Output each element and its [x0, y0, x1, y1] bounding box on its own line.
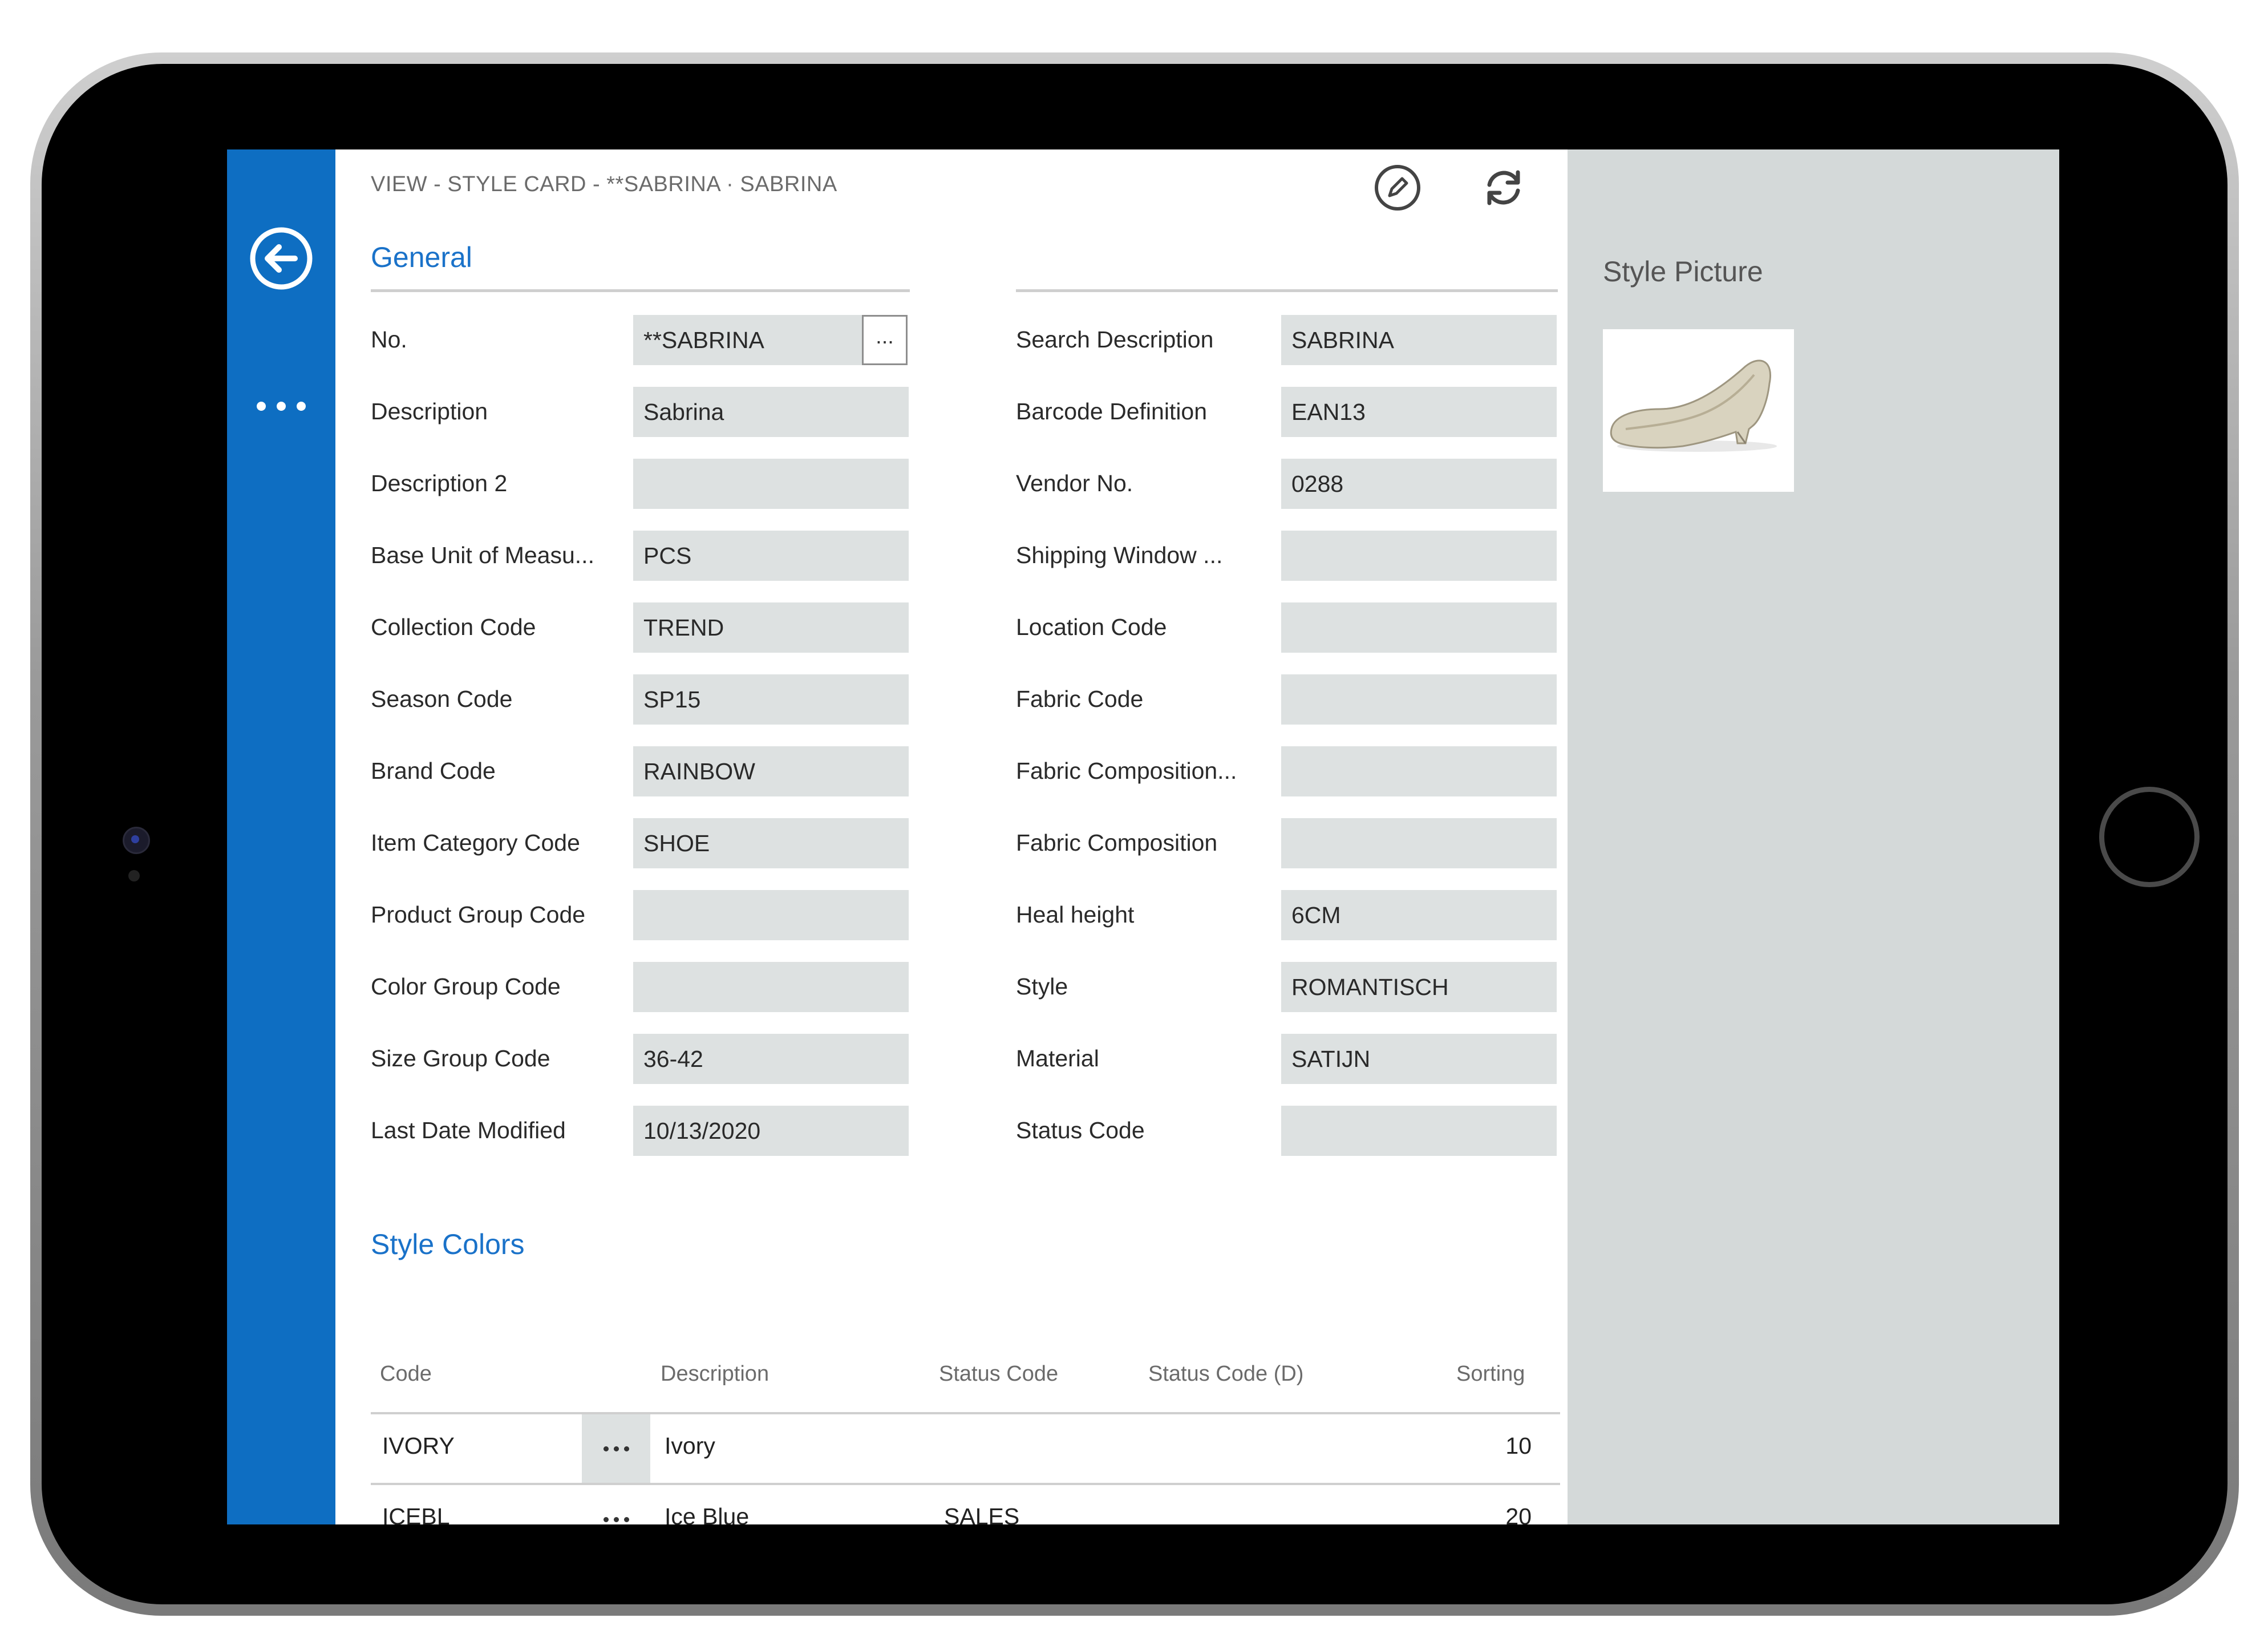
ellipsis-icon: [623, 1446, 629, 1451]
back-button[interactable]: [248, 225, 314, 292]
field-label: Fabric Composition...: [1016, 758, 1237, 784]
field-label: Location Code: [1016, 614, 1167, 640]
ellipsis-icon: [603, 1516, 609, 1522]
refresh-button[interactable]: [1478, 162, 1529, 213]
description-2-field[interactable]: [633, 459, 909, 509]
ellipsis-icon: [623, 1516, 629, 1522]
column-header-status-code-d[interactable]: Status Code (D): [1148, 1362, 1303, 1386]
color-group-code-field[interactable]: [633, 962, 909, 1012]
barcode-definition-field[interactable]: EAN13: [1281, 387, 1557, 437]
home-button[interactable]: [2099, 787, 2200, 887]
field-label: Description 2: [371, 470, 508, 496]
field-label: Status Code: [1016, 1117, 1145, 1143]
fabric-code-field[interactable]: [1281, 674, 1557, 725]
more-actions-button[interactable]: [250, 389, 313, 423]
row-actions-button[interactable]: [582, 1485, 650, 1524]
field-label: Season Code: [371, 686, 513, 712]
table-row[interactable]: ICEBL Ice Blue SALES 20: [371, 1483, 1560, 1524]
app-screen: VIEW - STYLE CARD - **SABRINA · SABRINA …: [227, 149, 2059, 1524]
material-field[interactable]: SATIJN: [1281, 1034, 1557, 1084]
table-row[interactable]: IVORY Ivory 10: [371, 1412, 1560, 1483]
edit-button[interactable]: [1372, 162, 1423, 213]
field-label: Item Category Code: [371, 830, 580, 856]
ellipsis-icon: [613, 1446, 619, 1451]
last-date-modified-field[interactable]: 10/13/2020: [633, 1106, 909, 1156]
field-label: Size Group Code: [371, 1045, 550, 1071]
light-sensor: [128, 870, 140, 881]
column-header-sorting[interactable]: Sorting: [1456, 1362, 1525, 1386]
row-description: Ice Blue: [665, 1503, 750, 1524]
column-header-status-code[interactable]: Status Code: [939, 1362, 1058, 1386]
front-camera: [123, 827, 150, 854]
field-label: Brand Code: [371, 758, 496, 784]
field-label: Fabric Code: [1016, 686, 1144, 712]
product-group-code-field[interactable]: [633, 890, 909, 940]
field-label: Product Group Code: [371, 901, 586, 928]
ellipsis-icon: [613, 1516, 619, 1522]
no-lookup-button[interactable]: ...: [862, 315, 908, 365]
field-label: Color Group Code: [371, 973, 561, 1000]
heal-height-field[interactable]: 6CM: [1281, 890, 1557, 940]
field-label: Heal height: [1016, 901, 1135, 928]
field-label: Vendor No.: [1016, 470, 1133, 496]
row-code: IVORY: [382, 1433, 455, 1459]
fabric-composition-1-field[interactable]: [1281, 746, 1557, 796]
row-actions-button[interactable]: [582, 1414, 650, 1483]
row-sorting: 10: [1505, 1433, 1532, 1459]
collection-code-field[interactable]: TREND: [633, 602, 909, 653]
style-picture[interactable]: [1603, 329, 1794, 492]
style-picture-panel: Style Picture: [1568, 149, 2059, 1524]
location-code-field[interactable]: [1281, 602, 1557, 653]
brand-code-field[interactable]: RAINBOW: [633, 746, 909, 796]
field-label: No.: [371, 326, 407, 353]
field-label: Collection Code: [371, 614, 536, 640]
status-code-field[interactable]: [1281, 1106, 1557, 1156]
field-label: Base Unit of Measu...: [371, 542, 594, 568]
ellipsis-icon: [257, 402, 266, 411]
field-label: Shipping Window ...: [1016, 542, 1223, 568]
row-code: ICEBL: [382, 1503, 450, 1524]
field-label: Description: [371, 398, 488, 424]
style-field[interactable]: ROMANTISCH: [1281, 962, 1557, 1012]
breadcrumb: VIEW - STYLE CARD - **SABRINA · SABRINA: [371, 172, 837, 196]
season-code-field[interactable]: SP15: [633, 674, 909, 725]
general-section-title[interactable]: General: [371, 241, 472, 274]
row-description: Ivory: [665, 1433, 715, 1459]
description-field[interactable]: Sabrina: [633, 387, 909, 437]
column-header-code[interactable]: Code: [380, 1362, 432, 1386]
style-colors-section-title[interactable]: Style Colors: [371, 1228, 525, 1261]
card-content: VIEW - STYLE CARD - **SABRINA · SABRINA …: [335, 149, 1568, 1524]
search-description-field[interactable]: SABRINA: [1281, 315, 1557, 365]
shipping-window-field[interactable]: [1281, 531, 1557, 581]
field-label: Style: [1016, 973, 1068, 1000]
field-label: Material: [1016, 1045, 1099, 1071]
arrow-left-circle-icon: [250, 227, 313, 290]
ellipsis-icon: [603, 1446, 609, 1451]
column-header-description[interactable]: Description: [661, 1362, 769, 1386]
field-label: Fabric Composition: [1016, 830, 1218, 856]
pencil-circle-icon: [1375, 165, 1420, 211]
field-label: Barcode Definition: [1016, 398, 1208, 424]
row-sorting: 20: [1505, 1503, 1532, 1524]
general-right-divider: [1016, 289, 1558, 292]
refresh-icon: [1487, 170, 1520, 205]
general-left-divider: [371, 289, 910, 292]
style-picture-title: Style Picture: [1603, 256, 1763, 288]
row-status-code: SALES: [944, 1503, 1020, 1524]
base-unit-field[interactable]: PCS: [633, 531, 909, 581]
size-group-code-field[interactable]: 36-42: [633, 1034, 909, 1084]
left-navigation-bar: [227, 149, 335, 1524]
field-label: Search Description: [1016, 326, 1214, 353]
ellipsis-icon: [277, 402, 286, 411]
fabric-composition-2-field[interactable]: [1281, 818, 1557, 868]
vendor-no-field[interactable]: 0288: [1281, 459, 1557, 509]
field-label: Last Date Modified: [371, 1117, 566, 1143]
shoe-image: [1610, 359, 1777, 452]
no-field[interactable]: **SABRINA: [633, 315, 862, 365]
ellipsis-icon: [297, 402, 306, 411]
item-category-code-field[interactable]: SHOE: [633, 818, 909, 868]
